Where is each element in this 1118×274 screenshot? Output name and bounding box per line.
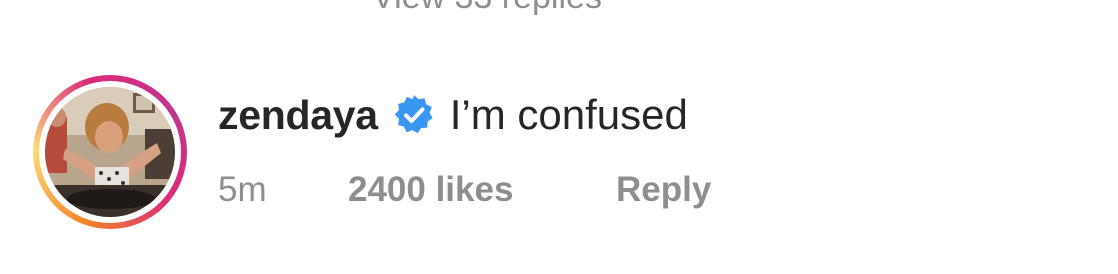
comment-likes-count[interactable]: 2400 likes (348, 170, 616, 210)
comment-meta: 5m 2400 likes Reply (218, 168, 711, 212)
comment-timestamp: 5m (218, 170, 267, 209)
avatar-story-ring[interactable] (33, 75, 187, 229)
verified-badge-icon (392, 93, 436, 137)
avatar-photo (45, 87, 175, 217)
comment-line: zendaya I’m confused (218, 88, 688, 142)
reply-button[interactable]: Reply (616, 170, 711, 210)
view-replies-link[interactable]: View 33 replies (372, 0, 602, 17)
comment-text: I’m confused (449, 91, 688, 138)
avatar-ring-gap (39, 81, 181, 223)
avatar[interactable] (45, 87, 175, 217)
comment-username[interactable]: zendaya (218, 92, 378, 139)
